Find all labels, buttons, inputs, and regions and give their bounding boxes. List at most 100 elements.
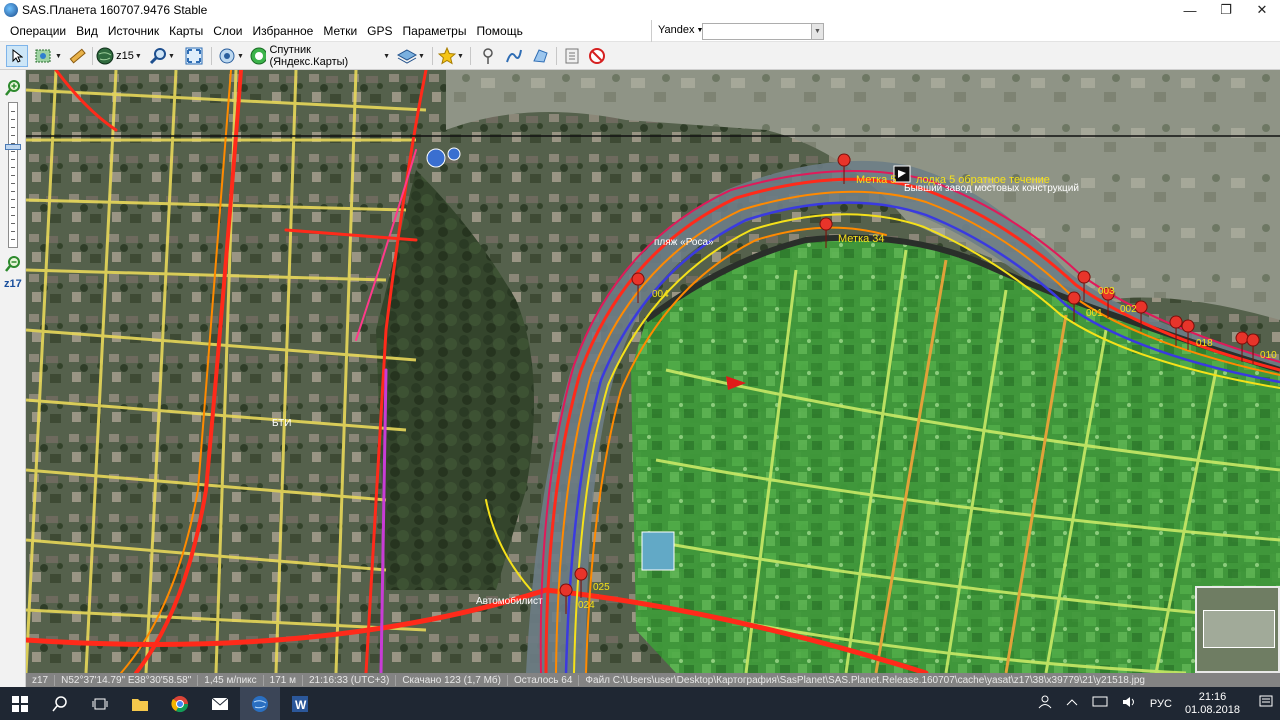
label-street: Автомобилист xyxy=(476,595,543,607)
minimap-viewport[interactable] xyxy=(1203,610,1275,648)
select-tool-button[interactable] xyxy=(6,45,28,67)
zoom-in-button[interactable]: ▼ xyxy=(146,45,178,67)
status-scale: 1,45 м/пикс xyxy=(198,674,264,686)
app-globe-icon xyxy=(4,3,18,17)
status-coordinates: N52°37'14.79" E38°30'58.58" xyxy=(55,674,199,686)
ruler-icon xyxy=(69,48,86,64)
hide-placemarks-button[interactable] xyxy=(586,45,608,67)
menu-bar: Операции Вид Источник Карты Слои Избранн… xyxy=(0,20,1280,42)
map-source-icon xyxy=(250,47,267,65)
magnifier-icon xyxy=(149,48,167,65)
search-history-dropdown[interactable]: ▼ xyxy=(811,24,823,39)
status-file-path: Файл C:\Users\user\Desktop\Картография\S… xyxy=(585,674,1145,686)
task-view-icon xyxy=(92,698,108,709)
zoom-slider-track[interactable] xyxy=(8,102,18,248)
search-source-dropdown[interactable]: Yandex ▼ xyxy=(658,24,703,36)
chrome-button[interactable] xyxy=(160,687,200,720)
gps-button[interactable]: ▼ xyxy=(216,45,246,67)
status-remaining: Осталось 64 xyxy=(508,674,580,686)
clock[interactable]: 21:16 01.08.2018 xyxy=(1185,691,1240,717)
maximize-button[interactable]: ❐ xyxy=(1208,0,1244,20)
globe-icon xyxy=(252,695,268,712)
mail-button[interactable] xyxy=(200,687,240,720)
search-taskbar-button[interactable] xyxy=(40,687,80,720)
network-icon[interactable] xyxy=(1092,696,1108,711)
label-004: 004 xyxy=(652,289,669,300)
people-icon[interactable] xyxy=(1038,695,1052,712)
label-025: 025 xyxy=(593,582,610,593)
svg-text:W: W xyxy=(295,698,307,712)
zoom-level-button[interactable]: z15 ▼ xyxy=(96,45,142,67)
menu-layers[interactable]: Слои xyxy=(208,24,247,38)
close-button[interactable]: ✕ xyxy=(1244,0,1280,20)
path-icon xyxy=(506,49,522,63)
polygon-icon xyxy=(533,49,548,63)
word-icon: W xyxy=(292,695,308,712)
menu-source[interactable]: Источник xyxy=(103,24,164,38)
label-factory: Бывший завод мостовых конструкций xyxy=(904,183,1079,194)
ruler-tool-button[interactable] xyxy=(66,45,88,67)
menu-help[interactable]: Помощь xyxy=(471,24,527,38)
zoom-out-icon[interactable] xyxy=(5,256,21,275)
layers-button[interactable]: ▼ xyxy=(394,45,428,67)
menu-favorites[interactable]: Избранное xyxy=(247,24,318,38)
fullscreen-button[interactable] xyxy=(182,45,206,67)
taskbar: W РУС 21:16 01.08.2018 xyxy=(0,687,1280,720)
title-bar: SAS.Планета 160707.9476 Stable — ❐ ✕ xyxy=(0,0,1280,20)
fullscreen-icon xyxy=(185,47,203,65)
menu-separator xyxy=(651,20,652,42)
selection-rectangle-icon xyxy=(35,49,51,63)
zoom-level-indicator: z17 xyxy=(4,278,22,290)
minimap[interactable] xyxy=(1195,586,1280,673)
add-path-button[interactable] xyxy=(503,45,525,67)
add-placemark-button[interactable] xyxy=(477,45,499,67)
word-button[interactable]: W xyxy=(280,687,320,720)
start-button[interactable] xyxy=(0,687,40,720)
sasplanet-taskbar-button[interactable] xyxy=(240,687,280,720)
selection-area-button[interactable]: ▼ xyxy=(33,45,63,67)
task-view-button[interactable] xyxy=(80,687,120,720)
chevron-up-icon[interactable] xyxy=(1066,697,1078,710)
label-018: 018 xyxy=(1196,338,1213,349)
minimize-button[interactable]: — xyxy=(1172,0,1208,20)
cursor-arrow-icon xyxy=(12,49,23,63)
placemark-manager-button[interactable] xyxy=(561,45,583,67)
zoom-in-icon[interactable] xyxy=(5,80,21,99)
zoom-panel: z17 xyxy=(0,70,26,673)
main-toolbar: ▼ z15 ▼ ▼ ▼ Спутник (Яндекс.Карты) ▼ ▼ ▼ xyxy=(0,42,1280,70)
gps-satellite-icon xyxy=(219,48,235,64)
search-icon xyxy=(52,695,67,711)
notifications-icon[interactable] xyxy=(1259,695,1273,712)
map-canvas[interactable]: Метка 5 лодка 5 обратное течение Бывший … xyxy=(26,70,1280,673)
status-downloaded: Скачано 123 (1,7 Мб) xyxy=(396,674,508,686)
menu-view[interactable]: Вид xyxy=(71,24,103,38)
status-zoom: z17 xyxy=(26,674,56,686)
search-input[interactable]: ▼ xyxy=(702,23,824,40)
menu-settings[interactable]: Параметры xyxy=(398,24,472,38)
status-distance: 171 м xyxy=(264,674,303,686)
map-pin-icon xyxy=(483,48,493,64)
language-indicator[interactable]: РУС xyxy=(1150,698,1172,710)
menu-maps[interactable]: Карты xyxy=(164,24,208,38)
star-icon xyxy=(438,47,457,65)
no-entry-icon xyxy=(589,48,605,64)
file-explorer-button[interactable] xyxy=(120,687,160,720)
system-tray: РУС 21:16 01.08.2018 xyxy=(1031,687,1280,720)
label-024: 024 xyxy=(578,600,595,611)
layers-icon xyxy=(397,49,418,64)
map-type-selector[interactable]: Спутник (Яндекс.Карты) ▼ xyxy=(250,44,390,68)
menu-operations[interactable]: Операции xyxy=(0,24,71,38)
map-view[interactable]: Метка 5 лодка 5 обратное течение Бывший … xyxy=(26,70,1280,673)
zoom-slider-handle[interactable] xyxy=(5,144,21,150)
globe-icon xyxy=(96,47,114,65)
label-beach: пляж «Роса» xyxy=(654,237,714,248)
chrome-icon xyxy=(171,695,189,712)
volume-icon[interactable] xyxy=(1122,696,1136,711)
mail-icon xyxy=(211,697,229,710)
add-polygon-button[interactable] xyxy=(529,45,551,67)
favorites-button[interactable]: ▼ xyxy=(436,45,466,67)
menu-gps[interactable]: GPS xyxy=(362,24,397,38)
status-bar: z17 N52°37'14.79" E38°30'58.58" 1,45 м/п… xyxy=(26,673,1280,687)
status-time: 21:16:33 (UTC+3) xyxy=(303,674,397,686)
menu-placemarks[interactable]: Метки xyxy=(318,24,362,38)
